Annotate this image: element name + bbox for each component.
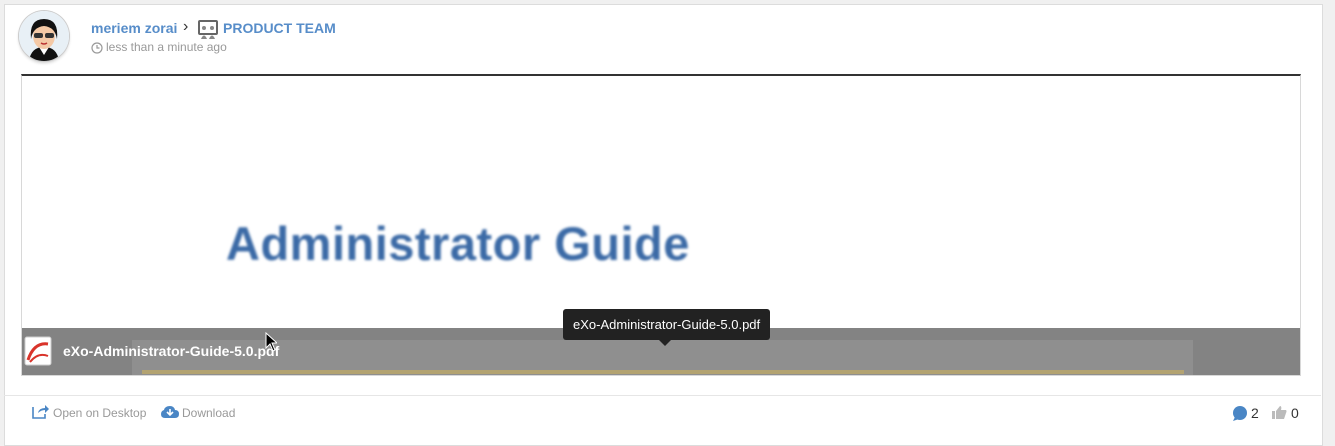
clock-icon bbox=[91, 41, 103, 59]
mouse-cursor-icon bbox=[265, 331, 279, 357]
pdf-icon bbox=[24, 336, 52, 366]
download-button[interactable]: Download bbox=[182, 406, 235, 420]
open-on-desktop-button[interactable]: Open on Desktop bbox=[53, 406, 146, 420]
comment-icon[interactable] bbox=[1232, 406, 1248, 426]
author-link[interactable]: meriem zorai bbox=[91, 20, 177, 36]
thumbs-up-icon[interactable] bbox=[1271, 405, 1287, 425]
post-timestamp: less than a minute ago bbox=[106, 40, 227, 54]
page-edge-line bbox=[142, 370, 1184, 374]
file-name: eXo-Administrator-Guide-5.0.pdf bbox=[63, 343, 280, 359]
footer-divider bbox=[4, 395, 1321, 396]
file-name-tooltip: eXo-Administrator-Guide-5.0.pdf bbox=[563, 309, 771, 346]
breadcrumb-separator: › bbox=[183, 18, 189, 35]
document-heading: Administrator Guide bbox=[226, 217, 690, 270]
avatar[interactable] bbox=[19, 11, 69, 61]
like-count[interactable]: 0 bbox=[1291, 405, 1299, 421]
cloud-download-icon[interactable] bbox=[161, 405, 179, 424]
comment-count[interactable]: 2 bbox=[1251, 405, 1259, 421]
space-link[interactable]: PRODUCT TEAM bbox=[223, 20, 336, 36]
open-on-desktop-icon[interactable] bbox=[32, 404, 49, 424]
